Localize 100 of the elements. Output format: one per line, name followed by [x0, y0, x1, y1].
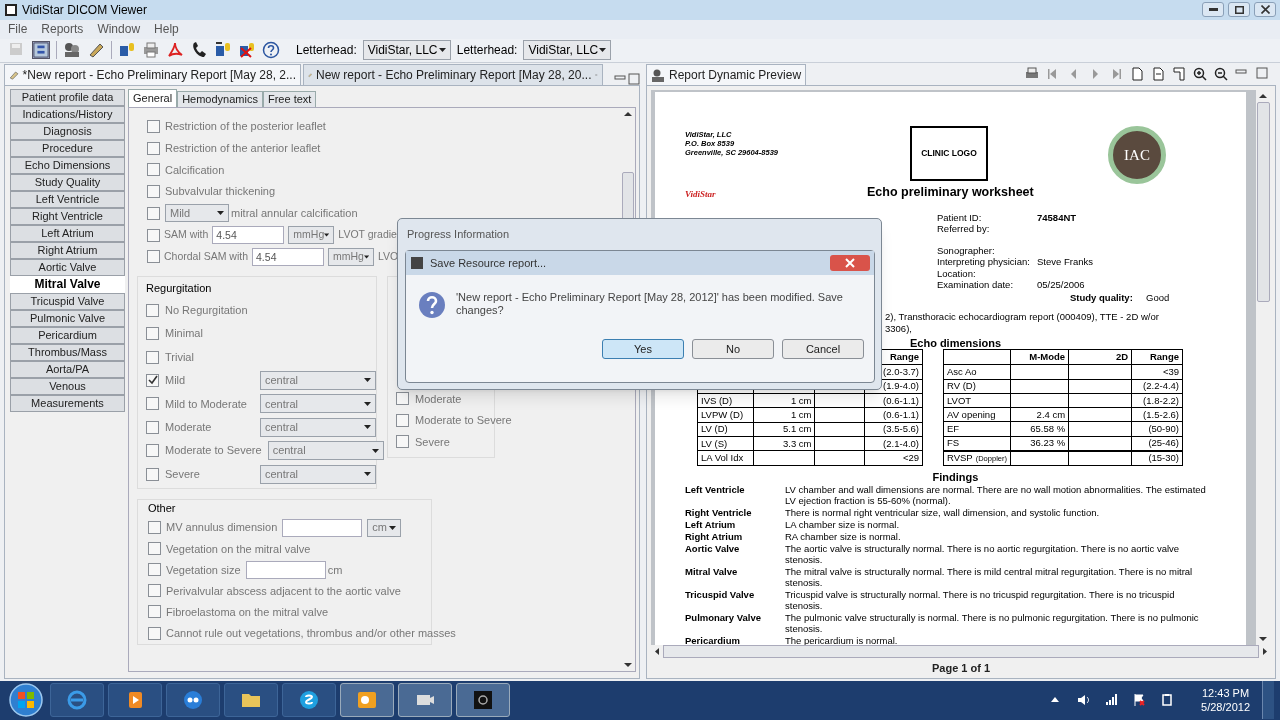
signal-icon[interactable]: [1104, 693, 1119, 708]
type-dropdown[interactable]: central: [260, 464, 376, 484]
form-tab[interactable]: Free text: [262, 90, 317, 107]
checkbox[interactable]: [146, 327, 159, 341]
printer-icon[interactable]: [142, 41, 160, 60]
checkbox[interactable]: [148, 626, 161, 640]
power-icon[interactable]: [1160, 693, 1175, 708]
taskbar-button[interactable]: [166, 683, 220, 718]
taskbar-button[interactable]: [398, 683, 452, 718]
type-dropdown[interactable]: central: [260, 394, 376, 414]
menu-item[interactable]: File: [8, 20, 28, 39]
value-field[interactable]: 4.54: [212, 226, 285, 245]
panel-icon[interactable]: [32, 41, 50, 60]
close-button[interactable]: [830, 255, 870, 271]
form-tab[interactable]: General: [128, 88, 178, 107]
speaker-icon[interactable]: [1076, 693, 1091, 708]
page-width-icon[interactable]: [1151, 67, 1165, 82]
flag-icon[interactable]: [1132, 693, 1147, 708]
field-label: Patient ID:: [937, 211, 983, 224]
users-icon[interactable]: [63, 41, 81, 60]
table-cell: LV (D): [701, 423, 728, 435]
taskbar-button[interactable]: [282, 683, 336, 718]
phone-icon[interactable]: [190, 41, 208, 60]
checkbox[interactable]: [146, 397, 159, 411]
page-icon[interactable]: [1130, 67, 1144, 82]
zoom-in-icon[interactable]: [1193, 67, 1207, 82]
pdf-icon[interactable]: [166, 41, 184, 60]
scrollbar-thumb[interactable]: [1257, 101, 1270, 302]
window-button[interactable]: [1254, 2, 1276, 18]
help-icon[interactable]: [262, 41, 280, 60]
checkbox[interactable]: [146, 467, 159, 481]
table-cell: Asc Ao: [947, 365, 977, 377]
maximize-icon[interactable]: [1256, 67, 1270, 82]
taskbar-button[interactable]: [340, 683, 394, 718]
checkbox[interactable]: [148, 521, 161, 535]
unit-dropdown[interactable]: mmHg: [288, 226, 335, 245]
type-dropdown[interactable]: central: [267, 441, 384, 461]
taskbar-button[interactable]: [456, 683, 510, 718]
menu-item[interactable]: Window: [97, 20, 141, 39]
severity-dropdown[interactable]: Mild: [165, 204, 229, 223]
checkbox[interactable]: [396, 392, 409, 406]
window-button[interactable]: [1228, 2, 1250, 18]
window-button[interactable]: [1202, 2, 1224, 18]
checkbox[interactable]: [396, 435, 409, 449]
taskbar-button[interactable]: [224, 683, 278, 718]
field-label: Referred by:: [937, 223, 991, 235]
dialog-button[interactable]: No: [692, 339, 774, 359]
delete-icon[interactable]: [238, 41, 256, 60]
maximize-icon[interactable]: [628, 72, 640, 85]
checkbox[interactable]: [147, 185, 160, 199]
checkbox[interactable]: [147, 141, 160, 155]
value-field[interactable]: [282, 518, 363, 537]
letterhead-dropdown[interactable]: VidiStar, LLC: [523, 40, 612, 61]
value-field[interactable]: 4.54: [252, 247, 325, 266]
letterhead-dropdown[interactable]: VidiStar, LLC: [362, 40, 451, 61]
start-button[interactable]: [6, 682, 46, 719]
table-cell: 36.23 %: [1030, 437, 1066, 449]
unit-dropdown[interactable]: cm: [367, 518, 402, 537]
checkbox-label: MV annulus dimension: [166, 520, 278, 536]
finding-label: Left Ventricle: [685, 483, 746, 497]
section-button[interactable]: Patient profile data: [10, 88, 125, 106]
editor-tab[interactable]: New report - Echo Preliminary Report [May 28, 20...: [303, 63, 603, 85]
checkbox[interactable]: [148, 605, 161, 619]
preview-tab[interactable]: Report Dynamic Preview: [646, 63, 807, 85]
checkbox[interactable]: [148, 584, 161, 598]
checkbox[interactable]: [147, 206, 160, 220]
menu-item[interactable]: Help: [154, 20, 179, 39]
checkbox[interactable]: [146, 373, 159, 387]
taskbar-button[interactable]: [108, 683, 162, 718]
checkbox[interactable]: [146, 303, 159, 317]
checkbox-label: Moderate: [415, 391, 462, 407]
menu-item[interactable]: Reports: [41, 20, 84, 39]
zoom-out-icon[interactable]: [1214, 67, 1228, 82]
pencil-icon[interactable]: [87, 41, 105, 60]
checkbox[interactable]: [147, 250, 160, 264]
checkbox[interactable]: [147, 163, 160, 177]
editor-tab[interactable]: *New report - Echo Preliminary Report [May 28, 2...: [4, 63, 301, 85]
clock-time[interactable]: 12:43 PM: [1202, 686, 1250, 701]
checkbox[interactable]: [148, 542, 161, 556]
dialog-button[interactable]: Cancel: [782, 339, 864, 359]
checkbox[interactable]: [396, 413, 409, 427]
checkbox[interactable]: [146, 444, 159, 458]
checkbox[interactable]: [146, 350, 159, 364]
checkbox-label: SAM with: [164, 227, 209, 243]
fit-page-icon[interactable]: [1172, 67, 1186, 82]
checkbox[interactable]: [146, 420, 159, 434]
checkbox-label: mitral annular calcification: [231, 206, 358, 222]
form-tab[interactable]: Hemodynamics: [177, 90, 263, 107]
value-field[interactable]: [245, 560, 326, 579]
dialog-button[interactable]: Yes: [602, 339, 684, 359]
show-desktop-button[interactable]: [1262, 681, 1274, 720]
checkbox-label: Chordal SAM with: [164, 248, 249, 264]
checkbox[interactable]: [147, 120, 160, 134]
checkbox[interactable]: [147, 228, 160, 242]
type-dropdown[interactable]: central: [260, 370, 376, 390]
unit-dropdown[interactable]: mmHg: [328, 247, 375, 266]
type-dropdown[interactable]: central: [260, 417, 376, 437]
table-cell: (0.6-1.1): [883, 394, 919, 406]
clock-date[interactable]: 5/28/2012: [1201, 700, 1250, 715]
checkbox[interactable]: [148, 563, 161, 577]
